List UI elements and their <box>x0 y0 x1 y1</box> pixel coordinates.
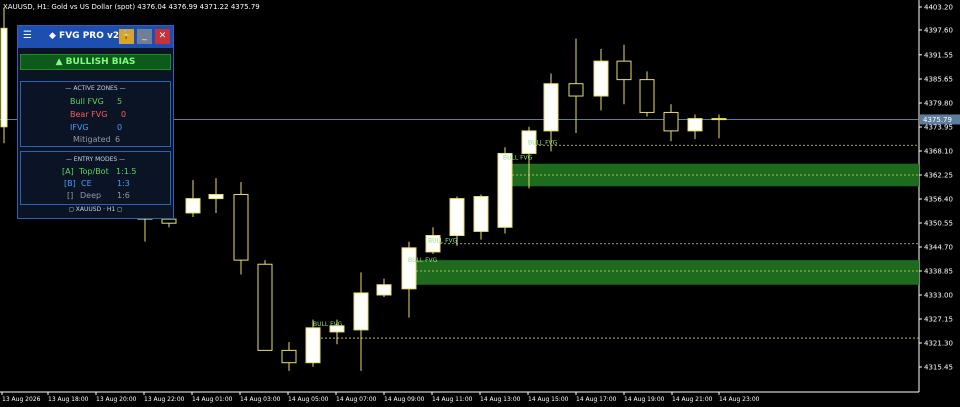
price-axis-label: 4391.55 <box>924 51 953 59</box>
active-zones-section: — ACTIVE ZONES — Bull FVG 5 Bear FVG 0 I… <box>20 81 171 147</box>
panel-header[interactable]: ☰ ◆ FVG PRO v2.4 🔒 _ ✕ <box>18 26 173 48</box>
bear-fvg-label: Bear FVG <box>70 110 108 119</box>
mitigated-count: 6 <box>115 135 121 144</box>
time-axis-label: 14 Aug 19:00 <box>624 396 665 403</box>
active-zones-title: — ACTIVE ZONES — <box>65 85 126 92</box>
candle-body <box>281 349 297 364</box>
price-axis-label: 4338.85 <box>924 268 953 276</box>
candle-body <box>208 193 224 200</box>
candle-body <box>161 218 177 224</box>
ifvg-count: 0 <box>117 123 123 132</box>
close-button[interactable]: ✕ <box>155 29 170 44</box>
lock-icon[interactable]: 🔒 <box>119 29 134 44</box>
price-axis-label: 4373.95 <box>924 124 953 132</box>
time-axis-label: 13 Aug 18:00 <box>48 396 89 403</box>
time-axis-label: 14 Aug 17:00 <box>576 396 617 403</box>
mode-c-label[interactable]: Deep <box>80 191 101 200</box>
candle-body <box>185 198 201 214</box>
bull-fvg-label: Bull FVG <box>70 97 104 106</box>
candle-body <box>233 193 249 261</box>
bias-indicator: ▲ BULLISH BIAS <box>20 54 171 70</box>
mode-b-label[interactable]: CE <box>81 179 92 188</box>
time-axis-label: 14 Aug 21:00 <box>672 396 713 403</box>
price-axis-label: 4368.10 <box>924 148 953 156</box>
candle-body <box>376 284 392 296</box>
time-axis-label: 14 Aug 13:00 <box>480 396 521 403</box>
hamburger-icon[interactable]: ☰ <box>23 30 32 41</box>
candle-body <box>593 60 609 97</box>
panel-footer: ◻ XAUUSD · H1 ◻ <box>68 206 123 213</box>
candle-body <box>353 292 369 331</box>
fvg-label: BULL FVG <box>528 139 558 146</box>
mode-a-label[interactable]: Top/Bot <box>79 167 109 176</box>
bear-fvg-count: 0 <box>121 110 127 119</box>
fvg-zone <box>416 260 919 285</box>
minimize-button[interactable]: _ <box>137 29 152 44</box>
candle-body <box>473 196 489 232</box>
candle-body <box>639 79 655 113</box>
time-axis-label: 13 Aug 2026 <box>2 396 41 403</box>
time-axis-label: 14 Aug 07:00 <box>336 396 377 403</box>
candle-body <box>616 60 632 81</box>
candle-body <box>711 118 727 121</box>
price-axis-label: 4379.80 <box>924 100 953 108</box>
time-axis-label: 14 Aug 23:00 <box>719 396 760 403</box>
candle-body <box>663 111 679 132</box>
mode-b-ratio: 1:3 <box>117 179 130 188</box>
time-axis-label: 14 Aug 11:00 <box>432 396 473 403</box>
time-axis-label: 14 Aug 01:00 <box>192 396 233 403</box>
current-price-label: 4375.79 <box>923 116 952 124</box>
mode-a-key[interactable]: [A] <box>62 167 74 176</box>
price-axis-label: 4403.20 <box>924 4 953 12</box>
candle-body <box>401 247 417 290</box>
entry-modes-section: — ENTRY MODES — [A] Top/Bot 1:1.5 [B] CE… <box>20 151 171 205</box>
candle-body <box>449 198 465 237</box>
fvg-label: BULL FVG <box>503 154 533 161</box>
candle-body <box>568 83 584 97</box>
ifvg-label: IFVG <box>70 123 89 132</box>
time-axis-label: 14 Aug 05:00 <box>288 396 329 403</box>
price-axis-label: 4333.00 <box>924 292 953 300</box>
symbol-info: XAUUSD, H1: Gold vs US Dollar (spot) 437… <box>3 3 260 11</box>
candle-body <box>0 27 8 128</box>
time-axis-label: 13 Aug 20:00 <box>96 396 137 403</box>
time-axis-label: 13 Aug 22:00 <box>144 396 185 403</box>
mode-b-key[interactable]: [B] <box>64 179 76 188</box>
fvg-label: BULL FVG <box>313 321 343 328</box>
mitigated-label: Mitigated <box>73 135 111 144</box>
entry-modes-title: — ENTRY MODES — <box>65 156 126 163</box>
fvg-label: BULL FVG <box>428 237 458 244</box>
candle-body <box>497 152 513 228</box>
price-axis-label: 4327.15 <box>924 316 953 324</box>
time-axis-label: 14 Aug 15:00 <box>528 396 569 403</box>
price-axis-label: 4350.55 <box>924 220 953 228</box>
mode-c-key[interactable]: [] <box>67 191 73 200</box>
mode-a-ratio: 1:1.5 <box>116 167 137 176</box>
price-axis-label: 4356.40 <box>924 196 953 204</box>
mode-c-ratio: 1:6 <box>117 191 130 200</box>
price-axis-label: 4321.30 <box>924 340 953 348</box>
price-axis-label: 4344.70 <box>924 244 953 252</box>
price-axis-label: 4362.25 <box>924 172 953 180</box>
panel-title: ◆ FVG PRO v2.4 <box>49 31 129 41</box>
candle-body <box>257 263 273 351</box>
candle-body <box>687 118 703 132</box>
price-axis-label: 4397.60 <box>924 26 953 34</box>
fvg-label: BULL FVG <box>408 257 438 264</box>
price-axis-label: 4315.45 <box>924 364 953 372</box>
bull-fvg-count: 5 <box>117 97 123 106</box>
candle-body <box>543 83 559 132</box>
time-axis-label: 14 Aug 09:00 <box>384 396 425 403</box>
candle-body <box>305 327 321 364</box>
fvg-panel[interactable]: ☰ ◆ FVG PRO v2.4 🔒 _ ✕ ▲ BULLISH BIAS — … <box>17 25 174 219</box>
time-axis-label: 14 Aug 03:00 <box>240 396 281 403</box>
price-axis-label: 4385.65 <box>924 76 953 84</box>
